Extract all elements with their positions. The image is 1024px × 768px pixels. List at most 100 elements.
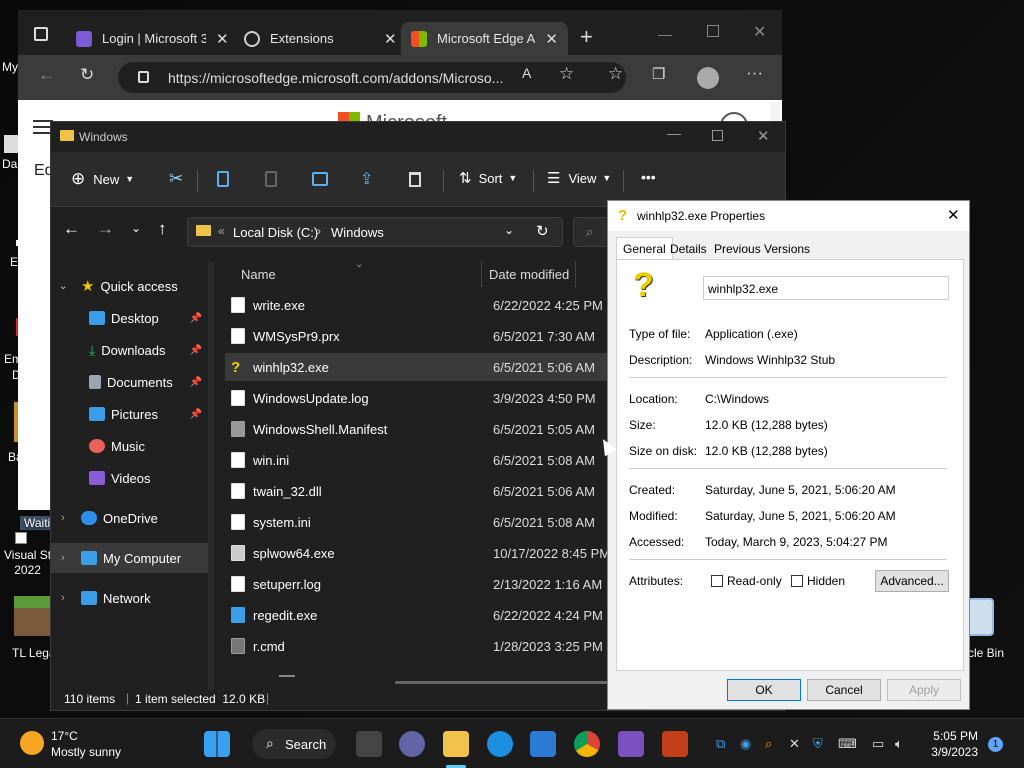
close-window-icon[interactable]: ✕ (753, 22, 766, 42)
tab-login[interactable]: Login | Microsoft 3 ✕ (66, 22, 239, 55)
close-icon[interactable]: ✕ (545, 30, 558, 48)
tray-search-icon[interactable]: ⌕ (765, 736, 772, 752)
clock-date[interactable]: 3/9/2023 (924, 745, 978, 759)
weather-temp[interactable]: 17°C (51, 729, 78, 743)
clock-time[interactable]: 5:05 PM (928, 729, 978, 743)
start-icon[interactable] (204, 731, 230, 757)
refresh-icon[interactable]: ↻ (536, 222, 549, 240)
ok-button[interactable]: OK (727, 679, 801, 701)
tray-tool-icon[interactable]: ✕ (789, 736, 800, 752)
filename-field[interactable]: winhlp32.exe (703, 276, 949, 300)
cancel-button[interactable]: Cancel (807, 679, 881, 701)
edge-icon[interactable] (487, 731, 513, 757)
display-icon[interactable]: ▭ (872, 736, 884, 752)
nav-item-downloads[interactable]: ⤓ Downloads 📌 (51, 335, 208, 365)
checkbox-box[interactable] (711, 575, 723, 587)
volume-icon[interactable]: 🔈︎ (895, 736, 903, 752)
sort-button[interactable]: ⇅ Sort ▼ (459, 169, 517, 187)
maximize-icon[interactable] (707, 25, 719, 37)
rename-icon[interactable] (312, 172, 328, 186)
favorites-icon[interactable]: ☆ (608, 64, 623, 84)
chrome-icon[interactable] (574, 731, 600, 757)
file-explorer-icon[interactable] (443, 731, 469, 757)
close-icon[interactable]: ✕ (947, 206, 960, 224)
nav-item-videos[interactable]: Videos (51, 463, 208, 493)
weather-sun-icon[interactable] (20, 731, 44, 755)
store-icon[interactable] (530, 731, 556, 757)
minimize-icon[interactable]: — (658, 26, 672, 42)
close-window-icon[interactable]: ✕ (757, 127, 770, 145)
tab-previous-versions[interactable]: Previous Versions (710, 239, 814, 259)
tray-app-icon[interactable]: ⧉ (716, 736, 725, 752)
maximize-icon[interactable] (712, 130, 723, 141)
more-icon[interactable]: ··· (746, 63, 763, 83)
tab-details[interactable]: Details (666, 239, 711, 259)
share-icon[interactable]: ⇪ (360, 169, 373, 189)
security-icon[interactable]: ⛨ (813, 736, 823, 752)
advanced-button[interactable]: Advanced... (875, 570, 949, 592)
breadcrumb[interactable]: « Local Disk (C:) › Windows ⌄ ↻ (187, 217, 563, 247)
checkbox-box[interactable] (791, 575, 803, 587)
nav-item-music[interactable]: Music (51, 431, 208, 461)
overflow-chevron-icon[interactable]: « (218, 224, 225, 238)
search-button[interactable]: ⌕ Search (252, 729, 336, 759)
read-aloud-icon[interactable]: A (522, 65, 531, 81)
back-icon[interactable]: ← (38, 65, 55, 85)
new-tab-icon[interactable]: + (580, 24, 593, 50)
profile-avatar[interactable] (697, 67, 719, 89)
notification-badge[interactable]: 1 (988, 737, 1003, 752)
breadcrumb-drive[interactable]: Local Disk (C:) (233, 225, 318, 240)
teams-chat-icon[interactable] (399, 731, 425, 757)
new-button[interactable]: ⊕ New ▼ (71, 169, 134, 189)
column-header-date[interactable]: Date modified (489, 267, 569, 282)
nav-item-onedrive[interactable]: › OneDrive (51, 503, 208, 533)
visual-studio-icon[interactable] (618, 731, 644, 757)
forward-icon[interactable]: → (97, 219, 114, 239)
breadcrumb-folder[interactable]: Windows (331, 225, 384, 240)
refresh-icon[interactable]: ↻ (80, 65, 94, 85)
hidden-checkbox[interactable]: Hidden (791, 574, 845, 588)
view-button[interactable]: ☰ View ▼ (547, 169, 611, 187)
weather-desc[interactable]: Mostly sunny (51, 745, 121, 759)
desktop-icon-visual-studio[interactable]: Visual St 2022 (4, 548, 51, 578)
keyboard-icon[interactable]: ⌨ (838, 736, 857, 752)
readonly-checkbox[interactable]: Read-only (711, 574, 782, 588)
column-header-name[interactable]: Name (241, 267, 276, 282)
more-button[interactable]: ••• (641, 169, 656, 185)
chevron-right-icon[interactable]: › (61, 592, 79, 604)
nav-scrollbar[interactable] (208, 262, 214, 690)
chevron-down-icon[interactable]: ⌄ (504, 223, 514, 237)
recent-locations-icon[interactable]: ⌄ (131, 221, 141, 235)
nav-item-documents[interactable]: Documents 📌 (51, 367, 208, 397)
minecraft-icon[interactable] (14, 596, 50, 636)
favorite-add-icon[interactable]: ☆ (559, 64, 574, 84)
desktop-icon-recycle-bin[interactable]: cle Bin (968, 646, 1004, 660)
tab-extensions[interactable]: Extensions ✕ (234, 22, 407, 55)
chevron-down-icon[interactable]: ⌄ (59, 281, 79, 292)
nav-item-pictures[interactable]: Pictures 📌 (51, 399, 208, 429)
minimize-icon[interactable]: — (667, 125, 681, 141)
nav-item-quick-access[interactable]: ⌄ ★ Quick access (51, 271, 208, 301)
tray-app-icon[interactable]: ◉ (740, 736, 751, 752)
nav-item-desktop[interactable]: Desktop 📌 (51, 303, 208, 333)
copy-icon[interactable] (217, 171, 229, 187)
close-icon[interactable]: ✕ (216, 30, 229, 48)
chevron-right-icon[interactable]: › (61, 512, 79, 524)
up-icon[interactable]: ↑ (158, 219, 167, 239)
chevron-right-icon[interactable]: › (317, 224, 321, 238)
paste-icon[interactable] (265, 171, 277, 187)
column-divider[interactable] (575, 261, 576, 287)
nav-item-network[interactable]: › Network (51, 583, 208, 613)
nav-item-my-computer[interactable]: › My Computer (51, 543, 208, 573)
chevron-right-icon[interactable]: › (61, 552, 79, 564)
powerpoint-icon[interactable] (662, 731, 688, 757)
apply-button[interactable]: Apply (887, 679, 961, 701)
back-icon[interactable]: ← (63, 219, 80, 239)
lock-icon[interactable] (138, 71, 149, 83)
column-divider[interactable] (481, 261, 482, 287)
collections-icon[interactable]: ❐ (652, 65, 665, 83)
tab-general[interactable]: General (616, 237, 673, 260)
address-field[interactable]: https://microsoftedge.microsoft.com/addo… (118, 62, 626, 93)
tab-edge-addons[interactable]: Microsoft Edge Adc ✕ (401, 22, 568, 55)
delete-icon[interactable] (409, 172, 421, 187)
